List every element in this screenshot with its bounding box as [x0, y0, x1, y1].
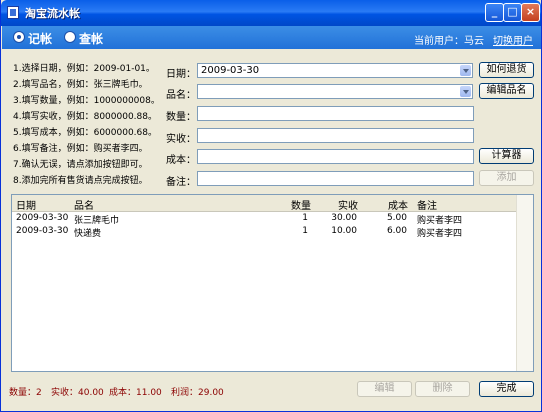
header-cost[interactable]: 成本 [388, 197, 408, 212]
vertical-scrollbar[interactable] [516, 195, 533, 371]
table-header: 日期 品名 数量 实收 成本 备注 [12, 195, 517, 212]
product-name-combo[interactable] [197, 84, 473, 99]
switch-user-link[interactable]: 切换用户 [493, 32, 533, 47]
row-date: 2009-03-30 [16, 226, 69, 236]
close-button[interactable]: × [521, 3, 540, 22]
chevron-down-icon[interactable] [460, 86, 471, 97]
chevron-down-icon[interactable] [460, 65, 471, 76]
edit-button[interactable]: 编辑 [357, 381, 412, 397]
finish-button[interactable]: 完成 [479, 381, 534, 397]
table-row[interactable]: 2009-03-30 张三牌毛巾 1 30.00 5.00 购买者李四 [12, 213, 517, 226]
row-cost: 5.00 [386, 213, 407, 223]
row-quantity: 1 [302, 213, 308, 223]
app-icon [7, 6, 19, 19]
step-3: 3.填写数量，例如：1000000008。 [13, 96, 160, 106]
row-received: 30.00 [331, 213, 357, 223]
records-table[interactable]: 日期 品名 数量 实收 成本 备注 2009-03-30 张三牌毛巾 1 30.… [11, 194, 534, 372]
main-window: 淘宝流水帐 _ □ × 记帐 查帐 当前用户：马云 切换用户 1.选择日期，例如… [0, 0, 542, 412]
header-quantity[interactable]: 数量 [291, 197, 311, 212]
row-name: 张三牌毛巾 [74, 216, 120, 226]
quantity-input[interactable] [197, 106, 474, 121]
table-row[interactable]: 2009-03-30 快递费 1 10.00 6.00 购买者李四 [12, 226, 517, 239]
date-picker[interactable]: 2009-03-30 [197, 63, 473, 78]
add-button[interactable]: 添加 [479, 170, 534, 186]
title-bar[interactable]: 淘宝流水帐 _ □ × [1, 0, 541, 26]
query-mode-label[interactable]: 查帐 [79, 30, 103, 47]
name-label: 品名： [166, 90, 196, 101]
row-name: 快递费 [74, 229, 102, 239]
date-label: 日期： [166, 69, 196, 80]
step-2: 2.填写品名，例如：张三牌毛巾。 [13, 80, 148, 90]
step-8: 8.添加完所有售货请点完成按钮。 [13, 176, 148, 186]
row-note: 购买者李四 [417, 216, 463, 226]
header-name[interactable]: 品名 [74, 197, 94, 212]
received-input[interactable] [197, 128, 474, 143]
step-5: 5.填写成本，例如：6000000.68。 [13, 128, 157, 138]
calculator-button[interactable]: 计算器 [479, 148, 534, 164]
query-mode-radio[interactable] [64, 31, 76, 43]
record-mode-radio[interactable] [13, 31, 25, 43]
header-date[interactable]: 日期 [16, 197, 36, 212]
received-label: 实收： [166, 134, 196, 145]
step-4: 4.填写实收，例如：8000000.88。 [13, 112, 157, 122]
row-quantity: 1 [302, 226, 308, 236]
row-date: 2009-03-30 [16, 213, 69, 223]
header-note[interactable]: 备注 [417, 197, 437, 212]
row-cost: 6.00 [386, 226, 407, 236]
cost-input[interactable] [197, 149, 474, 164]
row-received: 10.00 [331, 226, 357, 236]
maximize-button[interactable]: □ [503, 3, 522, 22]
note-input[interactable] [197, 171, 474, 186]
current-user-label: 当前用户：马云 [414, 36, 484, 47]
return-help-button[interactable]: 如何退货 [479, 62, 534, 78]
mode-bar: 记帐 查帐 当前用户：马云 切换用户 [2, 26, 541, 49]
date-value: 2009-03-30 [201, 65, 260, 76]
minimize-button[interactable]: _ [485, 3, 504, 22]
delete-button[interactable]: 删除 [415, 381, 470, 397]
step-7: 7.确认无误，请点添加按钮即可。 [13, 160, 148, 170]
record-mode-label[interactable]: 记帐 [28, 30, 52, 47]
edit-name-button[interactable]: 编辑品名 [479, 83, 534, 99]
step-6: 6.填写备注，例如：购买者李四。 [13, 144, 148, 154]
window-title: 淘宝流水帐 [25, 7, 80, 20]
cost-label: 成本： [166, 155, 196, 166]
note-label: 备注： [166, 177, 196, 188]
summary-profit: 利润：29.00 [171, 388, 224, 398]
summary-quantity: 数量：2 [9, 388, 42, 398]
summary-cost: 成本：11.00 [109, 388, 162, 398]
step-1: 1.选择日期，例如：2009-01-01。 [13, 64, 155, 74]
summary-received: 实收：40.00 [51, 388, 104, 398]
row-note: 购买者李四 [417, 229, 463, 239]
header-received[interactable]: 实收 [338, 197, 358, 212]
quantity-label: 数量： [166, 112, 196, 123]
